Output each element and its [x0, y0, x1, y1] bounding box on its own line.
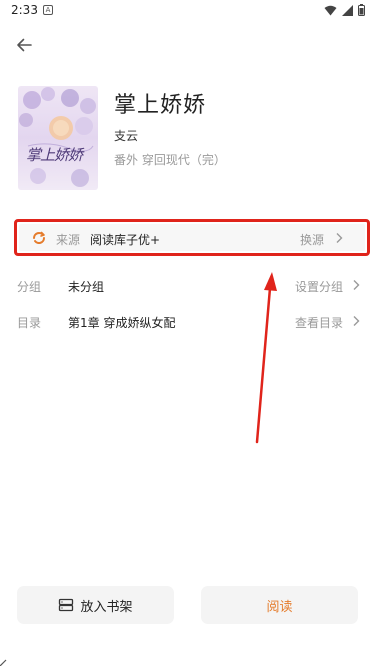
arrow-left-icon: [17, 38, 32, 52]
read-button[interactable]: 阅读: [201, 586, 358, 624]
nav-bar-indicator: [0, 659, 7, 666]
change-source-button[interactable]: 换源: [300, 231, 324, 248]
group-label: 分组: [17, 280, 42, 294]
read-label: 阅读: [266, 599, 293, 615]
book-latest-chapter: 番外 穿回现代（完）: [114, 153, 226, 167]
source-value: 阅读库子优+: [90, 233, 161, 247]
group-value: 未分组: [68, 280, 105, 294]
chevron-right-icon: [353, 280, 360, 290]
book-cover-art: [18, 86, 98, 190]
book-author: 支云: [114, 129, 139, 143]
wifi-icon: [324, 5, 337, 15]
status-time: 2:33: [11, 3, 38, 17]
chevron-right-icon: [336, 233, 343, 243]
refresh-icon: [33, 231, 45, 244]
bookshelf-icon: [58, 598, 74, 612]
catalog-label: 目录: [17, 316, 42, 330]
source-row[interactable]: 来源 阅读库子优+ 换源: [14, 219, 370, 256]
book-cover[interactable]: 掌上娇娇: [18, 86, 98, 190]
book-title: 掌上娇娇: [114, 93, 207, 118]
source-label: 来源: [56, 233, 81, 247]
status-icons: [324, 4, 365, 16]
signal-icon: [342, 4, 353, 16]
cover-title-text: 掌上娇娇: [26, 146, 83, 164]
view-catalog-button[interactable]: 查看目录: [295, 314, 343, 331]
catalog-value: 第1章 穿成娇纵女配: [68, 316, 176, 330]
battery-icon: [358, 4, 365, 16]
chevron-right-icon: [353, 316, 360, 326]
set-group-button[interactable]: 设置分组: [295, 278, 343, 295]
book-detail-screen: 2:33 A 掌上娇娇 掌上娇娇 支云 番外 穿回现代（完） 来源 阅读库子优+…: [0, 0, 375, 666]
catalog-row[interactable]: 目录 第1章 穿成娇纵女配 查看目录: [0, 310, 375, 334]
back-button[interactable]: [12, 33, 36, 57]
group-row[interactable]: 分组 未分组 设置分组: [0, 274, 375, 298]
add-to-shelf-label: 放入书架: [80, 599, 133, 615]
add-to-shelf-button[interactable]: 放入书架: [17, 586, 174, 624]
notification-icon: A: [43, 5, 53, 15]
status-bar: 2:33 A: [0, 0, 375, 22]
